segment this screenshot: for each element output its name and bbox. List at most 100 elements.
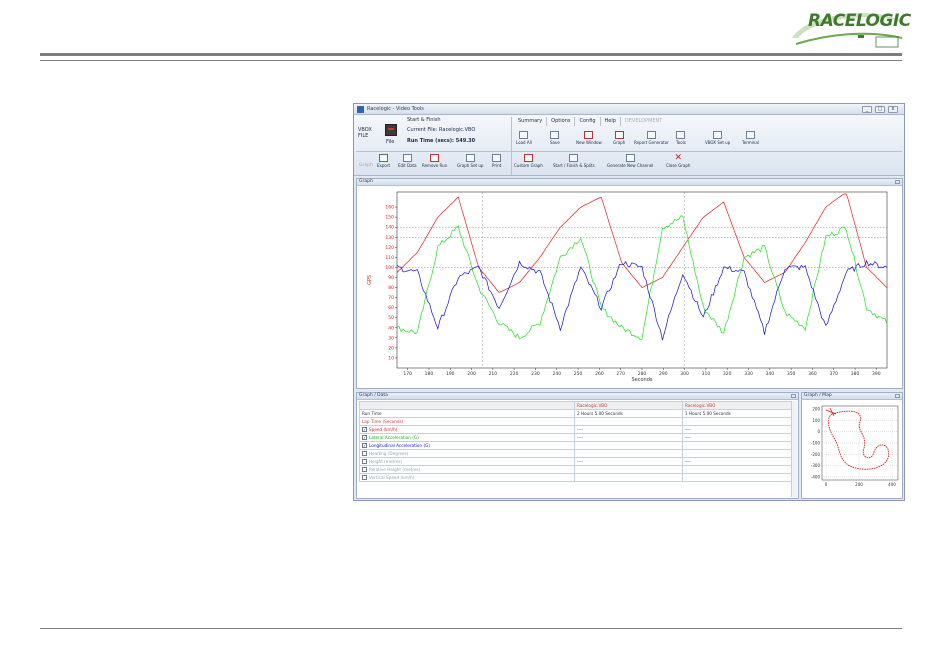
y-tick-label: 70 <box>388 295 394 301</box>
table-row[interactable]: Vertical Speed (km/h) <box>359 473 792 482</box>
custom-graph-label: Custom Graph <box>514 163 543 168</box>
table-row[interactable]: Run Time 2 Hours 5.00 Seconds 1 Hours 5.00… <box>359 409 792 418</box>
y-axis-label: GPS <box>367 275 373 285</box>
row-checkbox[interactable] <box>362 459 367 465</box>
graph-button[interactable]: Graph <box>613 131 625 145</box>
row-label-cell: Run Time <box>359 409 575 418</box>
row-label-cell: ✓ Speed (km/h) <box>359 425 575 434</box>
info-run-time: Run Time (secs): 549.30 <box>407 138 476 144</box>
menu-help[interactable]: Help <box>601 117 621 126</box>
ribbon-row-divider <box>356 151 902 152</box>
start-finish-splits-button[interactable]: Start / Finish & Splits <box>553 154 595 168</box>
row-checkbox[interactable]: ✓ <box>362 427 367 433</box>
map-panel: Graph / Map 200 100 0 -100 -200 -300 -400 0 200 4… <box>801 392 903 499</box>
report-generator-button[interactable]: Report Generator <box>634 131 669 145</box>
menu-config[interactable]: Config <box>575 117 601 126</box>
row-value-run1 <box>574 441 683 450</box>
custom-graph-icon <box>523 154 533 162</box>
pin-icon[interactable] <box>895 180 900 184</box>
vbox-sub: FILE <box>358 133 369 139</box>
app-window: Racelogic - Video Tools _ □ x VBOX FILE … <box>353 103 905 501</box>
table-header-run2: Racelogic.VBO <box>682 401 792 410</box>
custom-graph-button[interactable]: Custom Graph <box>514 154 543 168</box>
new-window-button[interactable]: New Window <box>576 131 602 145</box>
track-map[interactable]: 200 100 0 -100 -200 -300 -400 0 200 400 <box>802 400 902 498</box>
data-panel-title: Graph / Data <box>359 393 388 398</box>
generate-channel-label: Generate New Channel <box>607 163 654 168</box>
row-label-cell: Height (metres) <box>359 457 575 466</box>
vbox-setup-button[interactable]: VBOX Set up <box>705 131 730 145</box>
row-checkbox[interactable]: ✓ <box>362 443 367 449</box>
print-icon <box>492 154 502 162</box>
load-all-button[interactable]: Load All <box>516 131 532 145</box>
row-label: Speed (km/h) <box>369 426 398 432</box>
print-button[interactable]: Print <box>492 154 501 168</box>
y-tick-label: 60 <box>388 305 394 311</box>
vbox-setup-icon <box>713 131 723 139</box>
table-row[interactable]: ✓ Speed (km/h) ---- ---- <box>359 425 792 434</box>
map-y-tick-label: 0 <box>817 429 820 434</box>
row-checkbox[interactable] <box>362 475 367 481</box>
row-checkbox[interactable] <box>362 451 367 457</box>
generate-new-channel-button[interactable]: Generate New Channel <box>607 154 653 168</box>
map-y-tick-label: -300 <box>811 463 821 468</box>
menu-development[interactable]: DEVELOPMENT <box>621 117 666 126</box>
x-tick-label: 300 <box>680 371 689 377</box>
map-x-tick-label: 400 <box>888 482 896 487</box>
close-graph-button[interactable]: ✕ Close Graph <box>666 153 691 169</box>
x-tick-label: 340 <box>766 371 775 377</box>
table-row[interactable]: ✓ Lateral Acceleration (G) ---- ---- <box>359 433 792 442</box>
table-row[interactable]: Height (metres) ---- ---- <box>359 457 792 466</box>
row-value-run2: ---- <box>682 425 792 434</box>
x-tick-label: 390 <box>872 371 881 377</box>
logo-text: RACELOGIC <box>808 11 911 31</box>
row-checkbox[interactable] <box>362 467 367 473</box>
table-row[interactable]: Relative Height (metres) <box>359 465 792 474</box>
footer-rule <box>40 628 902 629</box>
menu-summary[interactable]: Summary <box>514 117 548 126</box>
remove-run-button[interactable]: Remove Run <box>422 154 447 168</box>
graph-panel-title: Graph <box>359 179 373 184</box>
table-row[interactable]: Lap Time (Seconds) <box>359 417 792 426</box>
table-row[interactable]: Heading (Degrees) <box>359 449 792 458</box>
y-tick-label: 100 <box>385 265 394 271</box>
speed-graph[interactable]: 160 150 140 130 120 110 100 90 80 70 60 50 40 30 20 10 1… <box>357 186 902 388</box>
terminal-button[interactable]: Terminal <box>742 131 759 145</box>
x-tick-label: 240 <box>552 371 561 377</box>
table-scrollbar[interactable] <box>791 401 797 497</box>
graph-setup-button[interactable]: Graph Set up <box>457 154 483 168</box>
file-icon[interactable] <box>385 124 397 136</box>
map-panel-title: Graph / Map <box>804 393 832 398</box>
row-label-cell: Vertical Speed (km/h) <box>359 473 575 482</box>
pin-icon[interactable] <box>895 394 900 398</box>
tools-button[interactable]: Tools <box>676 131 686 145</box>
terminal-label: Terminal <box>742 140 759 145</box>
row-value-run1 <box>574 473 683 482</box>
row-checkbox[interactable]: ✓ <box>362 435 367 441</box>
minimize-button[interactable]: _ <box>862 106 872 113</box>
close-graph-icon: ✕ <box>674 153 682 163</box>
x-tick-label: 270 <box>616 371 625 377</box>
maximize-button[interactable]: □ <box>875 106 885 113</box>
row-value-run2: ---- <box>682 433 792 442</box>
row-label-cell: Relative Height (metres) <box>359 465 575 474</box>
x-tick-label: 190 <box>446 371 455 377</box>
x-tick-label: 370 <box>829 371 838 377</box>
save-button[interactable]: Save <box>550 131 560 145</box>
y-tick-label: 10 <box>388 355 394 361</box>
export-button[interactable]: Export <box>377 154 390 168</box>
pin-icon[interactable] <box>791 394 796 398</box>
close-button[interactable]: x <box>888 106 898 113</box>
edit-data-button[interactable]: Edit Data <box>398 154 417 168</box>
row-label: Heading (Degrees) <box>369 450 409 456</box>
terminal-icon <box>745 131 755 139</box>
table-row[interactable]: ✓ Longitudinal Acceleration (G) <box>359 441 792 450</box>
graph-panel: Graph 160 150 140 130 120 110 100 90 80 70 60 50 40 3… <box>356 178 903 389</box>
row-label: Run Time <box>362 411 382 416</box>
row-value-run1: ---- <box>574 457 683 466</box>
close-graph-label: Close Graph <box>666 163 691 168</box>
menu-options[interactable]: Options <box>547 117 576 126</box>
row-value-run2 <box>682 441 792 450</box>
start-finish-icon <box>569 154 579 162</box>
file-label[interactable]: File <box>386 139 394 145</box>
